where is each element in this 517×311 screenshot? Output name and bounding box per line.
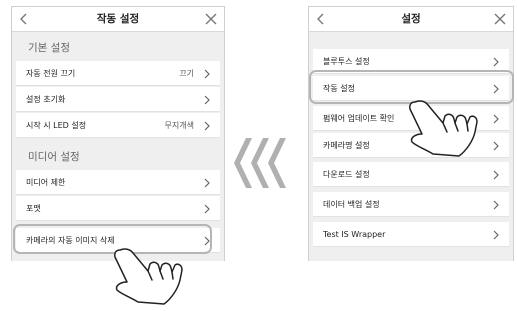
chevron-right-icon [493, 141, 499, 151]
row-label: 데이터 백업 설정 [323, 200, 380, 209]
chevron-right-icon [493, 230, 499, 240]
title-bar: 작동 설정 [12, 7, 224, 32]
close-icon[interactable] [204, 12, 218, 26]
chevron-right-icon [204, 121, 210, 131]
chevron-right-icon [493, 114, 499, 124]
chevron-right-icon [204, 204, 210, 214]
triple-chevron-left-icon [234, 138, 286, 188]
row-value: 무지개색 [164, 121, 194, 130]
row-label: 카메라명 설정 [323, 141, 370, 150]
row-startup-led[interactable]: 시작 시 LED 설정 무지개색 [16, 113, 220, 138]
row-label: 펌웨어 업데이트 확인 [323, 114, 395, 123]
row-label: 시작 시 LED 설정 [26, 121, 87, 130]
row-label: 미디어 제한 [26, 178, 66, 187]
chevron-right-icon [204, 95, 210, 105]
chevron-right-icon [204, 178, 210, 188]
chevron-right-icon [493, 200, 499, 210]
row-label: Test IS Wrapper [323, 230, 386, 239]
row-media-restriction[interactable]: 미디어 제한 [16, 170, 220, 195]
close-icon[interactable] [493, 12, 507, 26]
tap-hand-icon [114, 248, 183, 305]
page-title: 작동 설정 [96, 13, 140, 25]
row-reset-settings[interactable]: 설정 초기화 [16, 87, 220, 112]
row-label: 포맷 [26, 204, 41, 213]
row-label: 설정 초기화 [26, 95, 66, 104]
section-header-media: 미디어 설정 [28, 151, 80, 163]
row-data-backup[interactable]: 데이터 백업 설정 [313, 192, 509, 217]
title-bar: 설정 [309, 7, 513, 32]
row-label: 자동 전원 끄기 [26, 69, 76, 78]
operation-settings-screen: 작동 설정 기본 설정 자동 전원 끄기 끄기 설정 초기화 시작 시 LED … [11, 6, 225, 261]
row-label: 다운로드 설정 [323, 170, 370, 179]
row-value: 끄기 [179, 69, 194, 78]
chevron-right-icon [493, 57, 499, 67]
page-title: 설정 [401, 13, 421, 25]
row-format[interactable]: 포맷 [16, 196, 220, 221]
row-auto-power-off[interactable]: 자동 전원 끄기 끄기 [16, 61, 220, 86]
chevron-right-icon [493, 170, 499, 180]
section-header-basic: 기본 설정 [28, 42, 70, 54]
chevron-right-icon [204, 69, 210, 79]
row-download-settings[interactable]: 다운로드 설정 [313, 162, 509, 187]
tap-hand-icon [409, 100, 478, 157]
row-test-is-wrapper[interactable]: Test IS Wrapper [313, 222, 509, 247]
